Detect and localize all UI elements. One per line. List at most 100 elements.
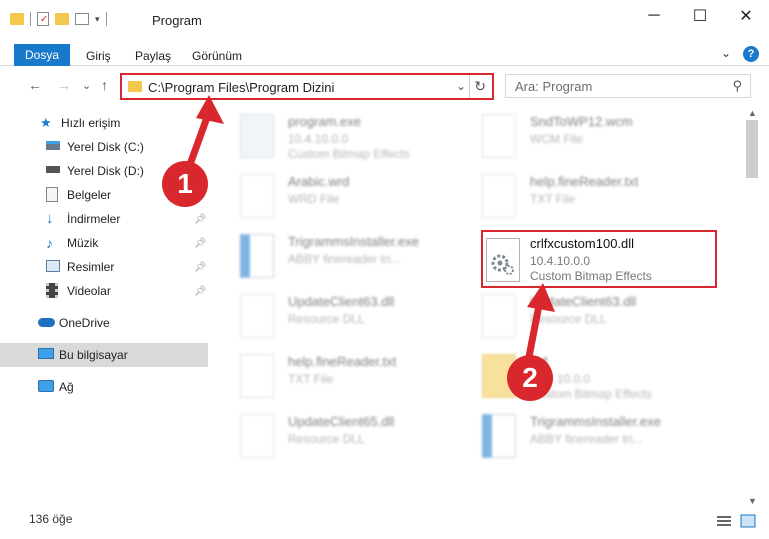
sidebar-item-label: Müzik <box>67 236 99 250</box>
tab-file[interactable]: Dosya <box>14 44 70 66</box>
dll-gear-icon <box>240 414 274 458</box>
file-item[interactable]: UpdateClient63.dll Resource DLL <box>228 288 468 344</box>
new-folder-icon[interactable] <box>55 13 69 25</box>
close-button[interactable]: ✕ <box>723 0 769 32</box>
title-bar: ✓ ▾ Program ─ ☐ ✕ <box>0 0 769 40</box>
file-item[interactable]: UpdateClient65.dll Resource DLL <box>228 408 468 464</box>
tab-share[interactable]: Paylaş <box>135 49 171 63</box>
file-name: help.fineReader.txt <box>530 174 639 189</box>
sidebar-item-pictures[interactable]: Resimler 📌︎ <box>0 255 208 279</box>
sidebar-item-music[interactable]: ♪ Müzik 📌︎ <box>0 231 208 255</box>
star-icon: ★ <box>40 115 52 130</box>
text-file-icon <box>240 354 274 398</box>
dll-gear-icon <box>240 294 274 338</box>
file-name: program.exe <box>288 114 361 129</box>
file-name: UpdateClient63.dll <box>530 294 637 309</box>
folder-icon <box>10 13 24 25</box>
sidebar-item-label: Yerel Disk (C:) <box>67 140 144 154</box>
file-item[interactable]: program.exe 10.4.10.0.0 Custom Bitmap Ef… <box>228 108 468 164</box>
details-view-icon[interactable] <box>716 514 732 528</box>
scroll-down-icon[interactable]: ▼ <box>748 496 757 506</box>
file-item[interactable]: SndToWP12.wcm WCM File <box>470 108 710 164</box>
file-detail: Resource DLL <box>288 432 365 446</box>
quick-access-toolbar: ✓ ▾ <box>10 12 107 26</box>
refresh-button[interactable]: ↻ <box>474 78 486 95</box>
search-placeholder: Ara: Program <box>515 79 593 94</box>
expand-ribbon-icon[interactable]: ⌄ <box>721 46 731 62</box>
customize-quick-access-icon[interactable] <box>75 13 89 25</box>
address-divider <box>469 75 470 98</box>
documents-icon <box>46 187 58 202</box>
file-detail: 10.4.10.0.0 <box>288 132 349 146</box>
navigation-bar: ← → ⌄ ↑ C:\Program Files\Program Dizini … <box>0 67 769 105</box>
tiles-view-glyph <box>740 514 756 528</box>
tab-view[interactable]: Görünüm <box>192 49 242 63</box>
file-icon <box>482 114 516 158</box>
sidebar-item-label: Resimler <box>67 260 115 274</box>
up-button[interactable]: ↑ <box>101 77 108 93</box>
sidebar-item-this-pc[interactable]: Bu bilgisayar <box>0 343 208 367</box>
help-icon[interactable]: ? <box>743 46 759 62</box>
file-item[interactable]: Arabic.wrd WRD File <box>228 168 468 224</box>
pin-icon[interactable]: 📌︎ <box>194 214 207 225</box>
sidebar-item-network[interactable]: Ağ <box>0 375 208 399</box>
file-item[interactable]: TrigrammsInstaller.exe ABBY finereader t… <box>228 228 468 284</box>
vertical-scrollbar[interactable]: ▲ ▼ <box>744 108 761 508</box>
exe-file-icon <box>240 114 274 158</box>
sidebar-item-local-disk-c[interactable]: Yerel Disk (C:) <box>0 135 208 159</box>
file-item[interactable]: help.fineReader.txt TXT File <box>470 168 710 224</box>
file-detail: ABBY finereader tri... <box>288 252 401 266</box>
file-detail: ABBY finereader tri... <box>530 432 643 446</box>
address-path[interactable]: C:\Program Files\Program Dizini <box>148 80 334 95</box>
chevron-down-icon[interactable]: ▾ <box>95 14 100 25</box>
drive-icon <box>46 141 60 150</box>
scroll-up-icon[interactable]: ▲ <box>748 108 757 118</box>
text-file-icon <box>482 174 516 218</box>
file-item[interactable]: TrigrammsInstaller.exe ABBY finereader t… <box>470 408 710 464</box>
file-item[interactable]: UpdateClient63.dll Resource DLL <box>470 288 710 344</box>
tab-home[interactable]: Giriş <box>86 49 111 63</box>
network-icon <box>38 380 54 392</box>
search-input[interactable]: Ara: Program ⚲ <box>505 74 751 98</box>
address-dropdown-button[interactable]: ⌄ <box>456 79 466 93</box>
sidebar-item-label: İndirmeler <box>67 212 121 226</box>
file-name: SndToWP12.wcm <box>530 114 633 129</box>
sidebar-item-videos[interactable]: Videolar 📌︎ <box>0 279 208 303</box>
sidebar-item-quick-access[interactable]: ★ Hızlı erişim <box>0 111 208 135</box>
toolbar-divider <box>30 12 31 26</box>
sidebar-item-label: OneDrive <box>59 316 110 330</box>
file-detail: Resource DLL <box>530 312 607 326</box>
status-bar: 136 öğe <box>0 508 769 539</box>
maximize-button[interactable]: ☐ <box>677 0 723 32</box>
file-item[interactable]: ...4 10.4.10.0.0 Custom Bitmap Effects <box>470 348 710 404</box>
sidebar-item-label: Videolar <box>67 284 111 298</box>
properties-icon[interactable]: ✓ <box>37 12 49 26</box>
file-detail: TXT File <box>288 372 334 386</box>
recent-locations-button[interactable]: ⌄ <box>82 79 91 92</box>
installer-icon <box>240 234 274 278</box>
pin-icon[interactable]: 📌︎ <box>194 286 207 297</box>
sidebar-item-onedrive[interactable]: OneDrive <box>0 311 208 335</box>
pin-icon[interactable]: 📌︎ <box>194 238 207 249</box>
file-highlight-box <box>481 230 717 288</box>
file-list: program.exe 10.4.10.0.0 Custom Bitmap Ef… <box>220 108 742 508</box>
file-icon <box>240 174 274 218</box>
sidebar-item-downloads[interactable]: ↓ İndirmeler 📌︎ <box>0 207 208 231</box>
address-bar[interactable]: C:\Program Files\Program Dizini ⌄ ↻ <box>120 73 494 100</box>
file-detail: WCM File <box>530 132 583 146</box>
file-name: Arabic.wrd <box>288 174 350 189</box>
step-1-marker: 1 <box>162 161 208 207</box>
scrollbar-thumb[interactable] <box>746 120 758 178</box>
step-2-marker: 2 <box>507 355 553 401</box>
sidebar-item-label: Belgeler <box>67 188 112 202</box>
pin-icon[interactable]: 📌︎ <box>194 262 207 273</box>
back-button[interactable]: ← <box>28 77 42 93</box>
installer-icon <box>482 414 516 458</box>
minimize-button[interactable]: ─ <box>631 0 677 32</box>
forward-button[interactable]: → <box>57 77 71 93</box>
file-name: TrigrammsInstaller.exe <box>530 414 661 429</box>
toolbar-divider <box>105 12 107 26</box>
file-item[interactable]: help.fineReader.txt TXT File <box>228 348 468 404</box>
pictures-icon <box>46 260 60 272</box>
tiles-view-icon[interactable] <box>740 514 756 528</box>
